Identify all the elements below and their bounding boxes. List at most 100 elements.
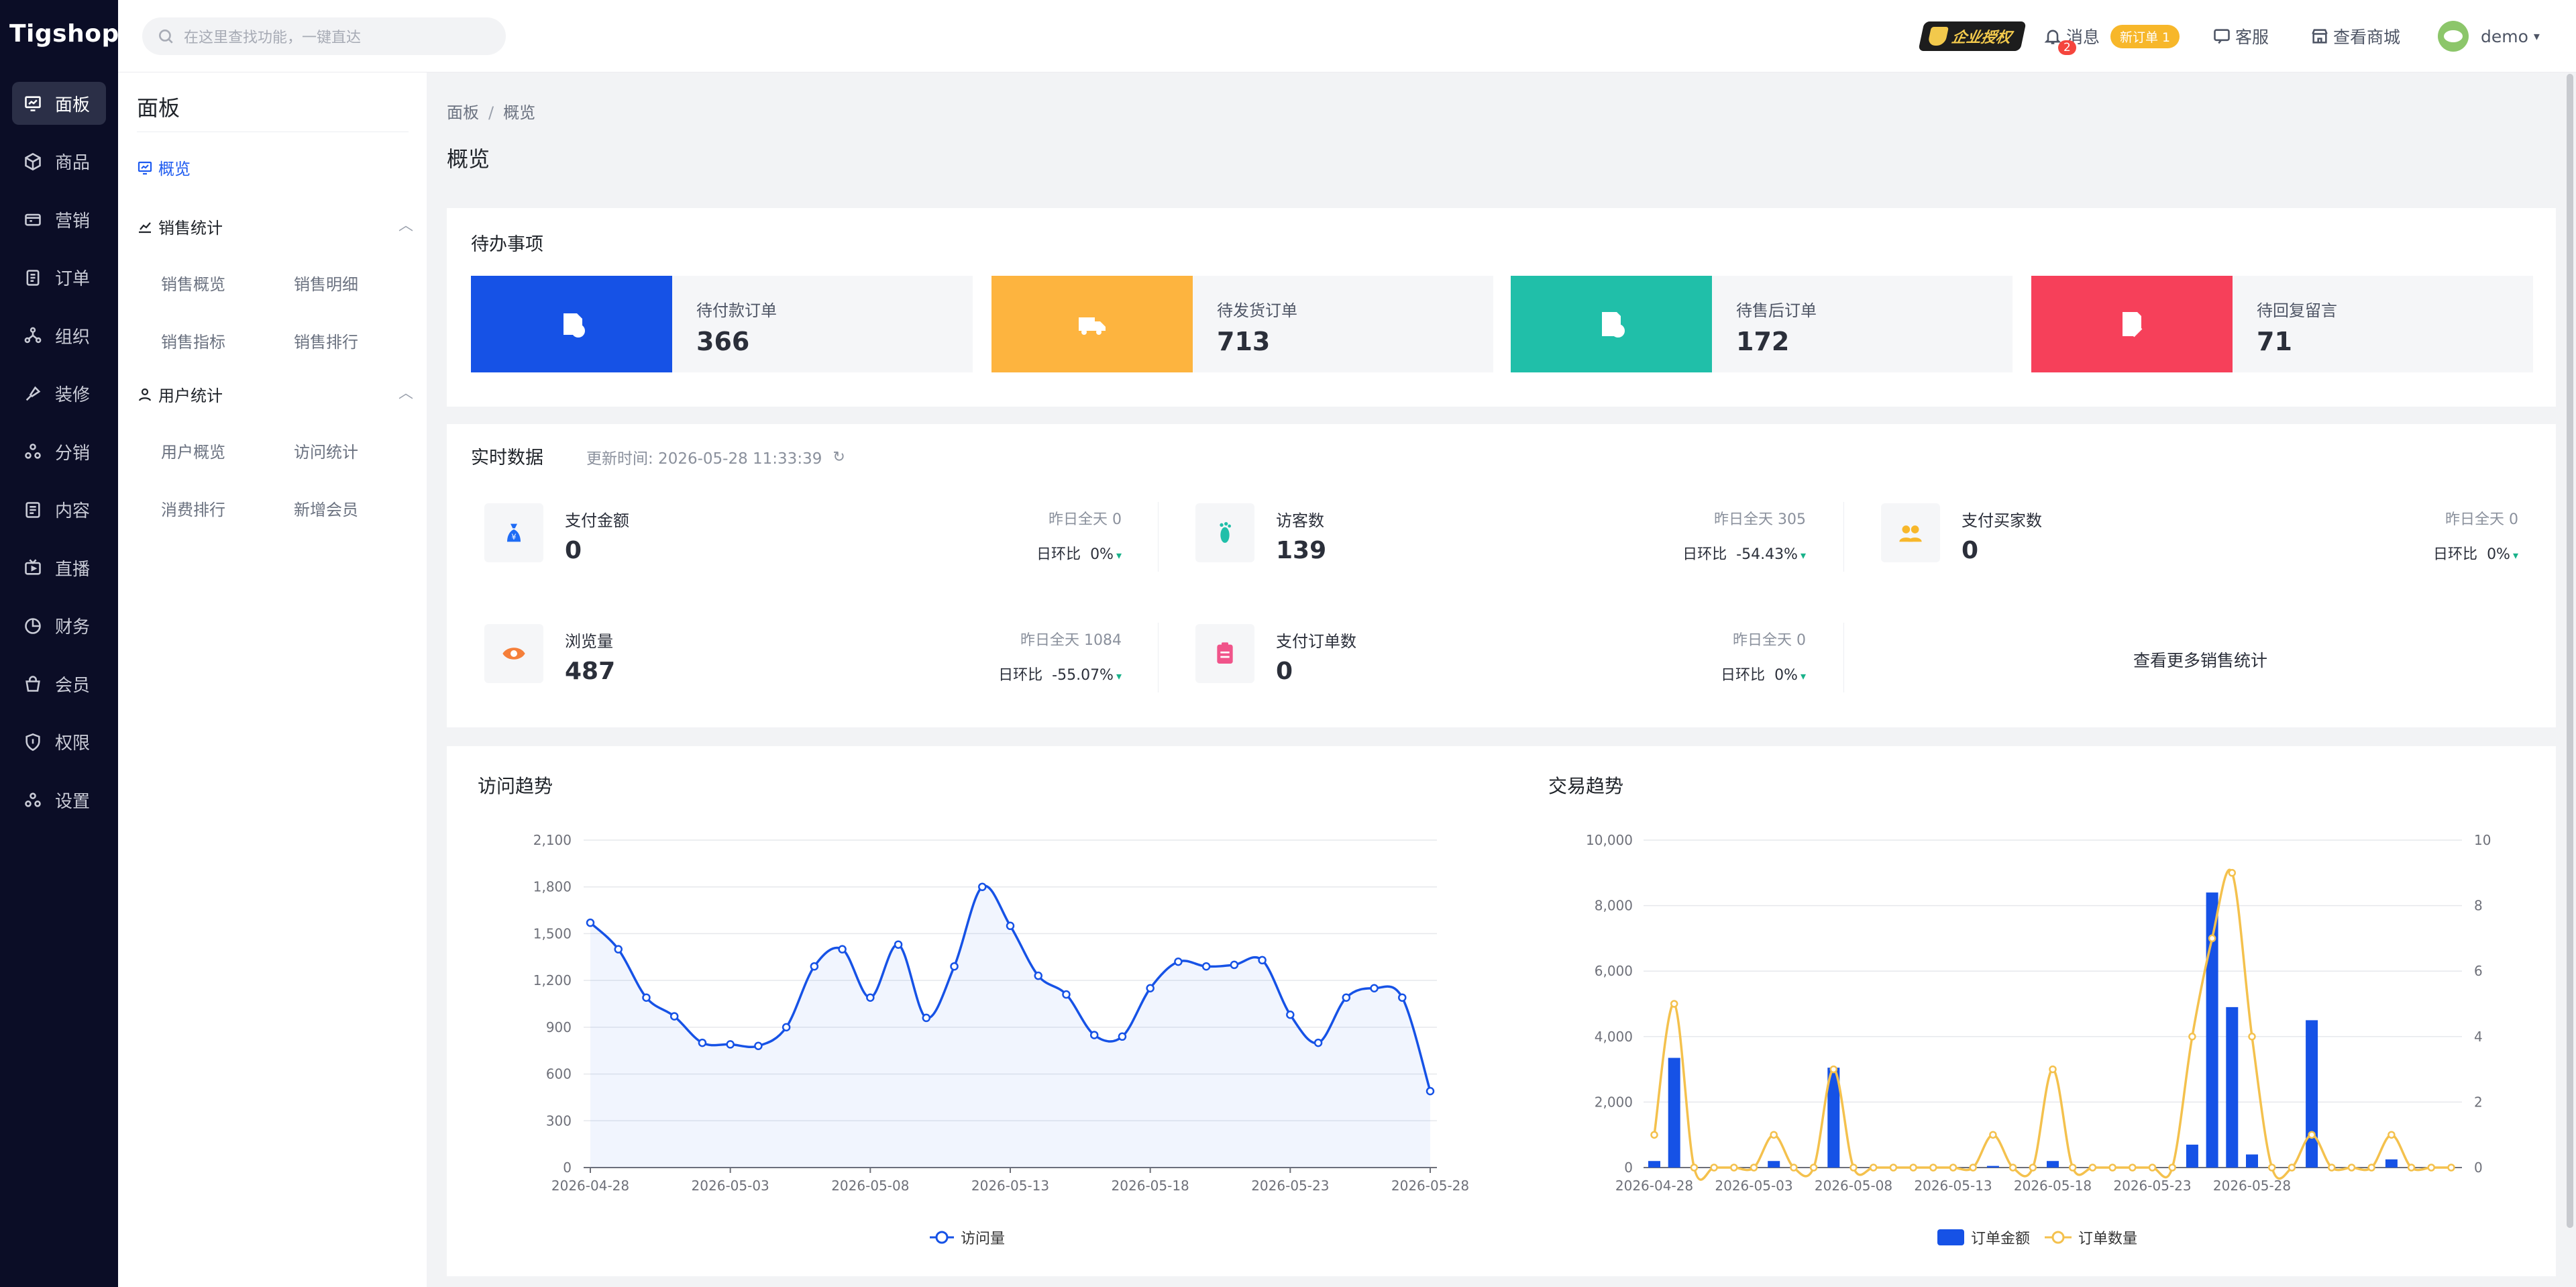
rail-item-4[interactable]: 组织 <box>12 314 106 357</box>
rail-item-10[interactable]: 会员 <box>12 662 106 705</box>
data-point <box>1258 956 1267 965</box>
metric-icon-box <box>1195 624 1254 683</box>
enterprise-auth[interactable]: 企业授权 <box>1918 0 2027 72</box>
todo-card[interactable]: 待付款订单 366 <box>471 276 973 372</box>
data-point <box>2188 1033 2196 1041</box>
data-point <box>2068 1164 2077 1172</box>
y-left-tick-label: 6,000 <box>1595 963 1633 979</box>
metric-icon-box <box>1195 503 1254 562</box>
dashboard-sidebar: 面板 概览 销售统计 ︿ 销售概览 销售明细 销售指标 销售排行 用户统计 ︿ … <box>118 72 427 1287</box>
data-point <box>1889 1164 1898 1172</box>
avatar <box>2438 21 2469 52</box>
sidebar-item-sales-ranking[interactable]: 销售排行 <box>294 329 358 352</box>
metric-dod: 日环比 -55.07% ▾ <box>998 663 1122 684</box>
data-point <box>586 918 595 927</box>
rail-item-5[interactable]: 装修 <box>12 372 106 415</box>
data-point <box>1006 921 1015 931</box>
metric-name: 支付金额 <box>565 511 629 530</box>
todo-count: 71 <box>2257 327 2292 356</box>
new-order-badge[interactable]: 新订单 1 <box>2110 24 2180 48</box>
rail-item-11[interactable]: 权限 <box>12 721 106 764</box>
more-sales-stats-link[interactable]: 查看更多销售统计 <box>2012 648 2388 672</box>
data-point <box>1062 990 1071 999</box>
legend-line-icon <box>2045 1231 2072 1244</box>
data-point <box>1201 962 1211 971</box>
rail-item-label: 组织 <box>55 327 91 348</box>
y-right-tick-label: 4 <box>2474 1029 2483 1045</box>
page-scrollbar[interactable] <box>2567 74 2573 1228</box>
todo-count: 366 <box>696 327 750 356</box>
share-icon <box>23 442 43 462</box>
metric-dod: 日环比 0% ▾ <box>1036 542 1122 564</box>
data-point <box>1869 1164 1878 1172</box>
sidebar-item-spending-ranking[interactable]: 消费排行 <box>161 497 225 520</box>
chevron-up-icon[interactable]: ︿ <box>398 213 413 235</box>
breadcrumb-separator: / <box>488 103 494 122</box>
y-tick-label: 1,200 <box>533 972 572 988</box>
sidebar-item-sales-metrics[interactable]: 销售指标 <box>161 329 225 352</box>
data-point <box>726 1040 735 1049</box>
rail-item-label: 装修 <box>55 385 91 405</box>
yesterday-value: 305 <box>1778 511 1806 528</box>
visit-legend[interactable]: 访问量 <box>928 1227 1005 1248</box>
caret-down-icon: ▾ <box>1116 549 1122 562</box>
chevron-up-icon[interactable]: ︿ <box>398 381 413 403</box>
sidebar-item-user-overview[interactable]: 用户概览 <box>161 439 225 462</box>
app-logo[interactable]: Tigshop <box>9 20 119 48</box>
rail-item-label: 设置 <box>55 791 91 812</box>
data-point <box>1989 1131 1997 1139</box>
payment-doc-icon <box>564 313 585 338</box>
yesterday-value: 0 <box>1796 632 1806 649</box>
data-point <box>1650 1131 1658 1139</box>
rail-item-6[interactable]: 分销 <box>12 430 106 473</box>
messages-button[interactable]: 2 消息 新订单 1 <box>2043 0 2180 72</box>
trade-legend[interactable]: 订单金额 订单数量 <box>1937 1227 2137 1248</box>
sidebar-group-sales[interactable]: 销售统计 <box>137 215 223 238</box>
rail-item-3[interactable]: 订单 <box>12 256 106 299</box>
metric-name: 浏览量 <box>565 632 613 651</box>
metric-icon-box: ¥ <box>484 503 543 562</box>
sidebar-item-visit-stats[interactable]: 访问统计 <box>294 439 358 462</box>
todo-card[interactable]: 待回复留言 71 <box>2031 276 2533 372</box>
rail-item-1[interactable]: 商品 <box>12 140 106 183</box>
bar <box>1668 1058 1680 1168</box>
divider <box>1158 623 1159 692</box>
rail-item-0[interactable]: 面板 <box>12 82 106 125</box>
sidebar-item-sales-overview[interactable]: 销售概览 <box>161 271 225 295</box>
settings-icon <box>23 790 43 810</box>
sidebar-item-sales-detail[interactable]: 销售明细 <box>294 271 358 295</box>
rail-item-7[interactable]: 内容 <box>12 488 106 531</box>
todo-card-icon-block <box>471 276 672 372</box>
todo-card[interactable]: 待售后订单 172 <box>1511 276 2012 372</box>
message-count-badge: 2 <box>2058 40 2076 55</box>
rail-item-12[interactable]: 设置 <box>12 778 106 821</box>
paint-icon <box>23 384 43 404</box>
bar <box>2246 1154 2258 1168</box>
todo-card[interactable]: 待发货订单 713 <box>991 276 1493 372</box>
bar <box>2047 1161 2059 1168</box>
sidebar-group-users[interactable]: 用户统计 <box>137 382 223 406</box>
view-shop-button[interactable]: 查看商城 <box>2310 0 2400 72</box>
rail-item-2[interactable]: 营销 <box>12 198 106 241</box>
data-point <box>2267 1164 2276 1172</box>
monitor-icon <box>138 161 152 174</box>
data-point <box>866 993 875 1002</box>
user-menu[interactable]: demo ▾ <box>2438 0 2540 72</box>
search-input[interactable]: 在这里查找功能，一键直达 <box>142 17 506 55</box>
data-point <box>1286 1011 1295 1019</box>
rail-item-8[interactable]: 直播 <box>12 546 106 589</box>
breadcrumb-root[interactable]: 面板 <box>447 103 479 122</box>
data-point <box>1710 1164 1718 1172</box>
refresh-icon[interactable]: ↻ <box>833 449 845 466</box>
bar <box>2226 1007 2239 1168</box>
svg-text:¥: ¥ <box>511 532 516 542</box>
sidebar-item-new-members[interactable]: 新增会员 <box>294 497 358 520</box>
rail-item-9[interactable]: 财务 <box>12 605 106 648</box>
metric-name: 支付订单数 <box>1276 632 1356 651</box>
dod-value: -55.07% <box>1052 667 1114 684</box>
sidebar-item-overview[interactable]: 概览 <box>137 156 191 179</box>
todo-card-icon-block <box>2031 276 2233 372</box>
rail-item-label: 营销 <box>55 211 91 231</box>
customer-service-button[interactable]: 客服 <box>2212 0 2269 72</box>
shield-icon <box>1927 27 1949 46</box>
